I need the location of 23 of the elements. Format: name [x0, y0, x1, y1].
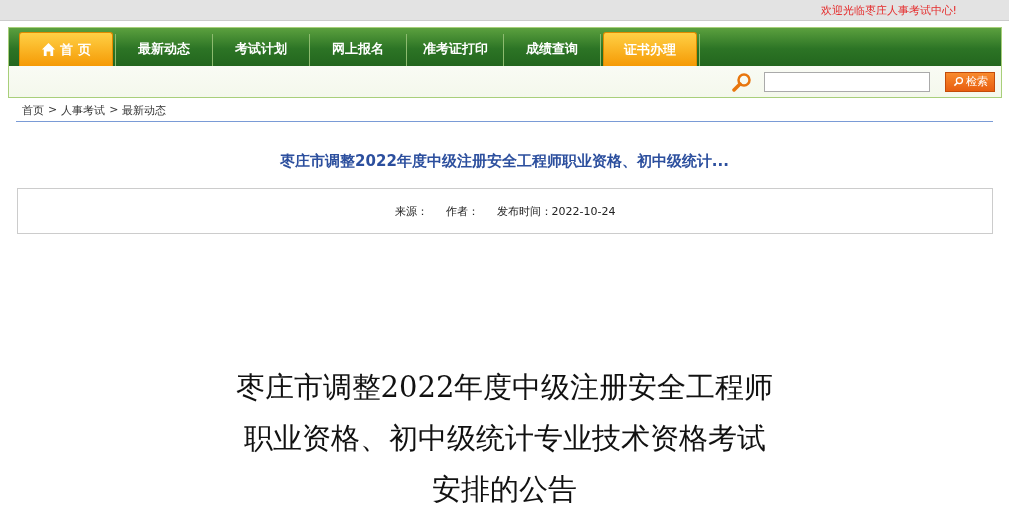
nav-tab[interactable]: 考试计划 — [215, 32, 307, 66]
home-icon — [41, 42, 57, 57]
breadcrumb-separator: > — [109, 103, 119, 118]
nav-tab[interactable]: 成绩查询 — [506, 32, 598, 66]
heading-line: 安排的公告 — [431, 471, 578, 508]
search-icon — [952, 76, 964, 87]
meta-text: 发布时间：2022-10-24 — [496, 203, 616, 219]
heading-line: 枣庄市调整2022年度中级注册安全工程师 — [234, 369, 775, 406]
breadcrumb-link[interactable]: 最新动态 — [122, 103, 167, 118]
search-button[interactable]: 检索 — [945, 71, 995, 92]
nav-tab[interactable]: 最新动态 — [118, 32, 210, 66]
nav-tab[interactable]: 准考证打印 — [409, 32, 501, 66]
breadcrumb-link[interactable]: 人事考试 — [61, 103, 106, 118]
welcome-text: 欢迎光临枣庄人事考试中心! — [820, 2, 957, 18]
breadcrumb-separator: > — [48, 103, 58, 118]
breadcrumb-link[interactable]: 首页 — [22, 103, 44, 118]
search-icon — [732, 71, 752, 92]
article-title: 枣庄市调整2022年度中级注册安全工程师职业资格、初中级统计... — [279, 151, 730, 171]
nav-tab[interactable]: 网上报名 — [312, 32, 404, 66]
heading-line: 职业资格、初中级统计专业技术资格考试 — [242, 420, 767, 457]
meta-text: 作者： — [445, 203, 479, 219]
search-field[interactable] — [764, 71, 930, 92]
meta-text: 来源： — [394, 203, 428, 219]
